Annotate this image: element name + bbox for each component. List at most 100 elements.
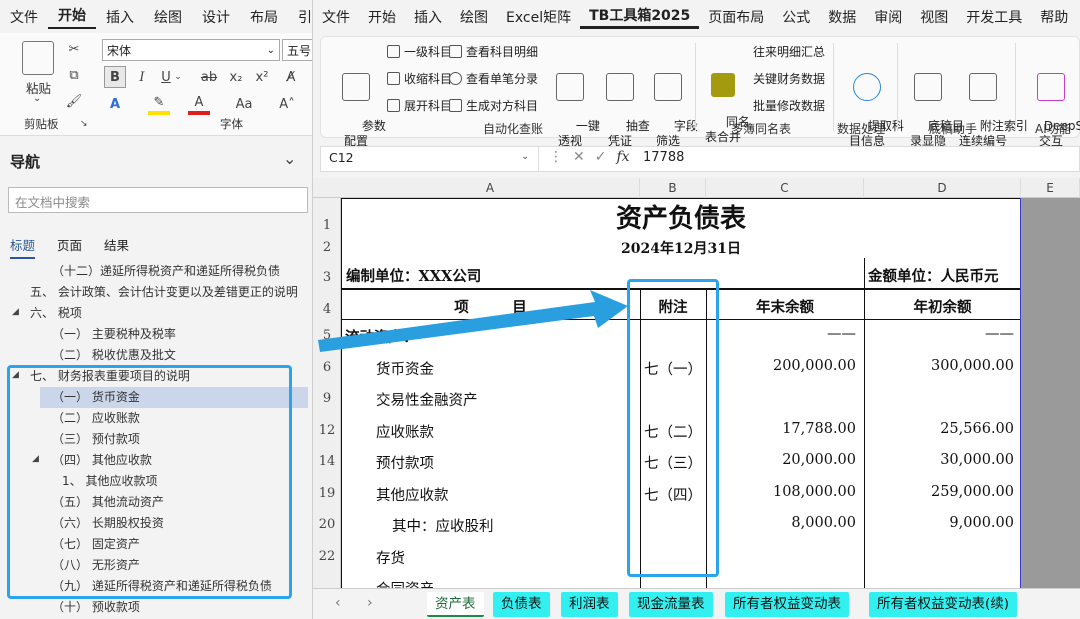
cell-item[interactable]: 其他应收款 <box>376 484 449 505</box>
cell-end-balance[interactable]: 8,000.00 <box>706 515 856 531</box>
row-header[interactable]: 9 <box>313 391 341 406</box>
cell-begin-balance[interactable]: 259,000.00 <box>864 484 1014 500</box>
superscript-icon[interactable]: x² <box>252 66 272 88</box>
view-single-entry-button[interactable]: 查看单笔分录 <box>449 70 538 87</box>
excel-menu-formulas[interactable]: 公式 <box>773 7 819 27</box>
excel-menu-review[interactable]: 审阅 <box>865 7 911 27</box>
cell-end-balance[interactable]: —— <box>706 326 856 342</box>
batch-edit-button[interactable]: 批量修改数据 <box>753 97 825 114</box>
excel-menu-developer[interactable]: 开发工具 <box>957 7 1031 27</box>
chevron-right-icon[interactable]: › <box>367 595 373 611</box>
sheet-tab-equity[interactable]: 所有者权益变动表 <box>725 592 849 617</box>
detail-summary-button[interactable]: 往来明细汇总 <box>753 43 825 60</box>
excel-menu-view[interactable]: 视图 <box>911 7 957 27</box>
sheet-title[interactable]: 资产负债表 <box>341 198 1021 235</box>
column-header-b[interactable]: B <box>640 178 706 198</box>
same-name-merge-button[interactable]: 同名 表合并 <box>703 43 750 160</box>
cell-item[interactable]: 流动资产： <box>345 326 418 347</box>
sheet-tab-cashflow[interactable]: 现金流量表 <box>629 592 713 617</box>
sheet-tab-profit[interactable]: 利润表 <box>561 592 618 617</box>
tab-headings[interactable]: 标题 <box>10 235 36 259</box>
generate-opposite-button[interactable]: 生成对方科目 <box>449 97 538 114</box>
sheet-tab-equity-cont[interactable]: 所有者权益变动表(续) <box>869 592 1018 617</box>
word-menu-design[interactable]: 设计 <box>192 7 240 27</box>
word-menu-home[interactable]: 开始 <box>48 5 96 29</box>
word-menu-draw[interactable]: 绘图 <box>144 7 192 27</box>
cell-begin-balance[interactable]: 30,000.00 <box>864 452 1014 468</box>
highlight-icon[interactable]: ✎ <box>148 93 170 115</box>
word-menu-file[interactable]: 文件 <box>0 7 48 27</box>
cell-begin-balance[interactable]: 9,000.00 <box>864 515 1014 531</box>
formula-input[interactable]: 17788 <box>643 150 684 165</box>
nav-heading-item[interactable]: （一） 主要税种及税率 <box>0 324 312 345</box>
sheet-tab-assets[interactable]: 资产表 <box>427 592 484 617</box>
chevron-down-icon[interactable]: ⌄ <box>283 149 296 168</box>
excel-menu-matrix[interactable]: Excel矩阵 <box>497 7 580 27</box>
word-menu-layout[interactable]: 布局 <box>240 7 288 27</box>
cancel-icon[interactable]: ✕ <box>573 149 585 165</box>
row-header[interactable]: 20 <box>313 517 341 532</box>
paste-icon[interactable] <box>22 41 54 75</box>
clear-format-icon[interactable]: A̸ <box>280 66 302 88</box>
excel-menu-page-layout[interactable]: 页面布局 <box>699 7 773 27</box>
cell-end-balance[interactable]: 200,000.00 <box>706 358 856 374</box>
row-header[interactable]: 3 <box>313 270 341 285</box>
format-painter-icon[interactable]: 🖌 <box>66 93 83 109</box>
nav-heading-item[interactable]: 五、 会计政策、会计估计变更以及差错更正的说明 <box>0 282 312 303</box>
cell-end-balance[interactable]: 20,000.00 <box>706 452 856 468</box>
nav-heading-item[interactable]: （二） 税收优惠及批文 <box>0 345 312 366</box>
row-header[interactable]: 14 <box>313 454 341 469</box>
cell-item[interactable]: 货币资金 <box>376 358 434 379</box>
word-menu-insert[interactable]: 插入 <box>96 7 144 27</box>
excel-menu-tb-toolbox[interactable]: TB工具箱2025 <box>580 5 700 29</box>
cell-item[interactable]: 其中：应收股利 <box>392 515 494 536</box>
cell-end-balance[interactable]: 108,000.00 <box>706 484 856 500</box>
excel-menu-home[interactable]: 开始 <box>359 7 405 27</box>
excel-menu-insert[interactable]: 插入 <box>405 7 451 27</box>
cell-begin-balance[interactable]: 25,566.00 <box>864 421 1014 437</box>
chevron-left-icon[interactable]: ‹ <box>335 595 341 611</box>
cell-end-balance[interactable]: 17,788.00 <box>706 421 856 437</box>
tab-results[interactable]: 结果 <box>104 235 129 259</box>
level1-subject-button[interactable]: 一级科目 <box>387 43 452 60</box>
cell-item[interactable]: 合同资产 <box>376 578 434 588</box>
cell-begin-balance[interactable]: —— <box>864 326 1014 342</box>
text-effects-icon[interactable]: A <box>104 93 126 115</box>
header-item[interactable]: 项 目 <box>341 296 640 317</box>
row-header[interactable]: 1 <box>313 218 341 233</box>
cell-item[interactable]: 预付款项 <box>376 452 434 473</box>
italic-icon[interactable]: I <box>132 66 152 88</box>
sheet-date[interactable]: 2024年12月31日 <box>341 238 1021 258</box>
tab-pages[interactable]: 页面 <box>57 235 82 259</box>
word-menu-references[interactable]: 引 <box>288 7 312 27</box>
column-header-d[interactable]: D <box>864 178 1021 198</box>
chevron-down-icon[interactable]: ⌄ <box>521 151 529 162</box>
font-size-select[interactable]: 五号 <box>282 39 312 61</box>
collapse-subject-button[interactable]: 收缩科目 <box>387 70 452 87</box>
subscript-icon[interactable]: x₂ <box>226 66 246 88</box>
check-icon[interactable]: ✓ <box>595 149 607 165</box>
grow-font-icon[interactable]: A˄ <box>276 93 298 115</box>
row-header[interactable]: 19 <box>313 486 341 501</box>
column-header-a[interactable]: A <box>341 178 640 198</box>
view-subject-detail-button[interactable]: 查看科目明细 <box>449 43 538 60</box>
excel-menu-draw[interactable]: 绘图 <box>451 7 497 27</box>
row-header[interactable]: 2 <box>313 240 341 255</box>
expand-triangle-icon[interactable]: ◢ <box>12 307 19 317</box>
more-icon[interactable]: ⋮ <box>549 149 563 165</box>
copy-icon[interactable]: ⧉ <box>66 67 82 83</box>
excel-menu-data[interactable]: 数据 <box>819 7 865 27</box>
bold-icon[interactable]: B <box>104 66 126 88</box>
row-header[interactable]: 12 <box>313 423 341 438</box>
header-end-balance[interactable]: 年末余额 <box>706 296 864 317</box>
nav-heading-item[interactable]: 六、 税项 <box>0 303 312 324</box>
cell-item[interactable]: 应收账款 <box>376 421 434 442</box>
column-header-c[interactable]: C <box>706 178 864 198</box>
cell-item[interactable]: 存货 <box>376 547 405 568</box>
header-begin-balance[interactable]: 年初余额 <box>864 296 1021 317</box>
row-header[interactable]: 22 <box>313 549 341 564</box>
excel-menu-file[interactable]: 文件 <box>313 7 359 27</box>
reporting-entity[interactable]: 编制单位：XXX公司 <box>346 265 481 286</box>
expand-subject-button[interactable]: 展开科目 <box>387 97 452 114</box>
cut-icon[interactable]: ✂ <box>66 41 82 57</box>
